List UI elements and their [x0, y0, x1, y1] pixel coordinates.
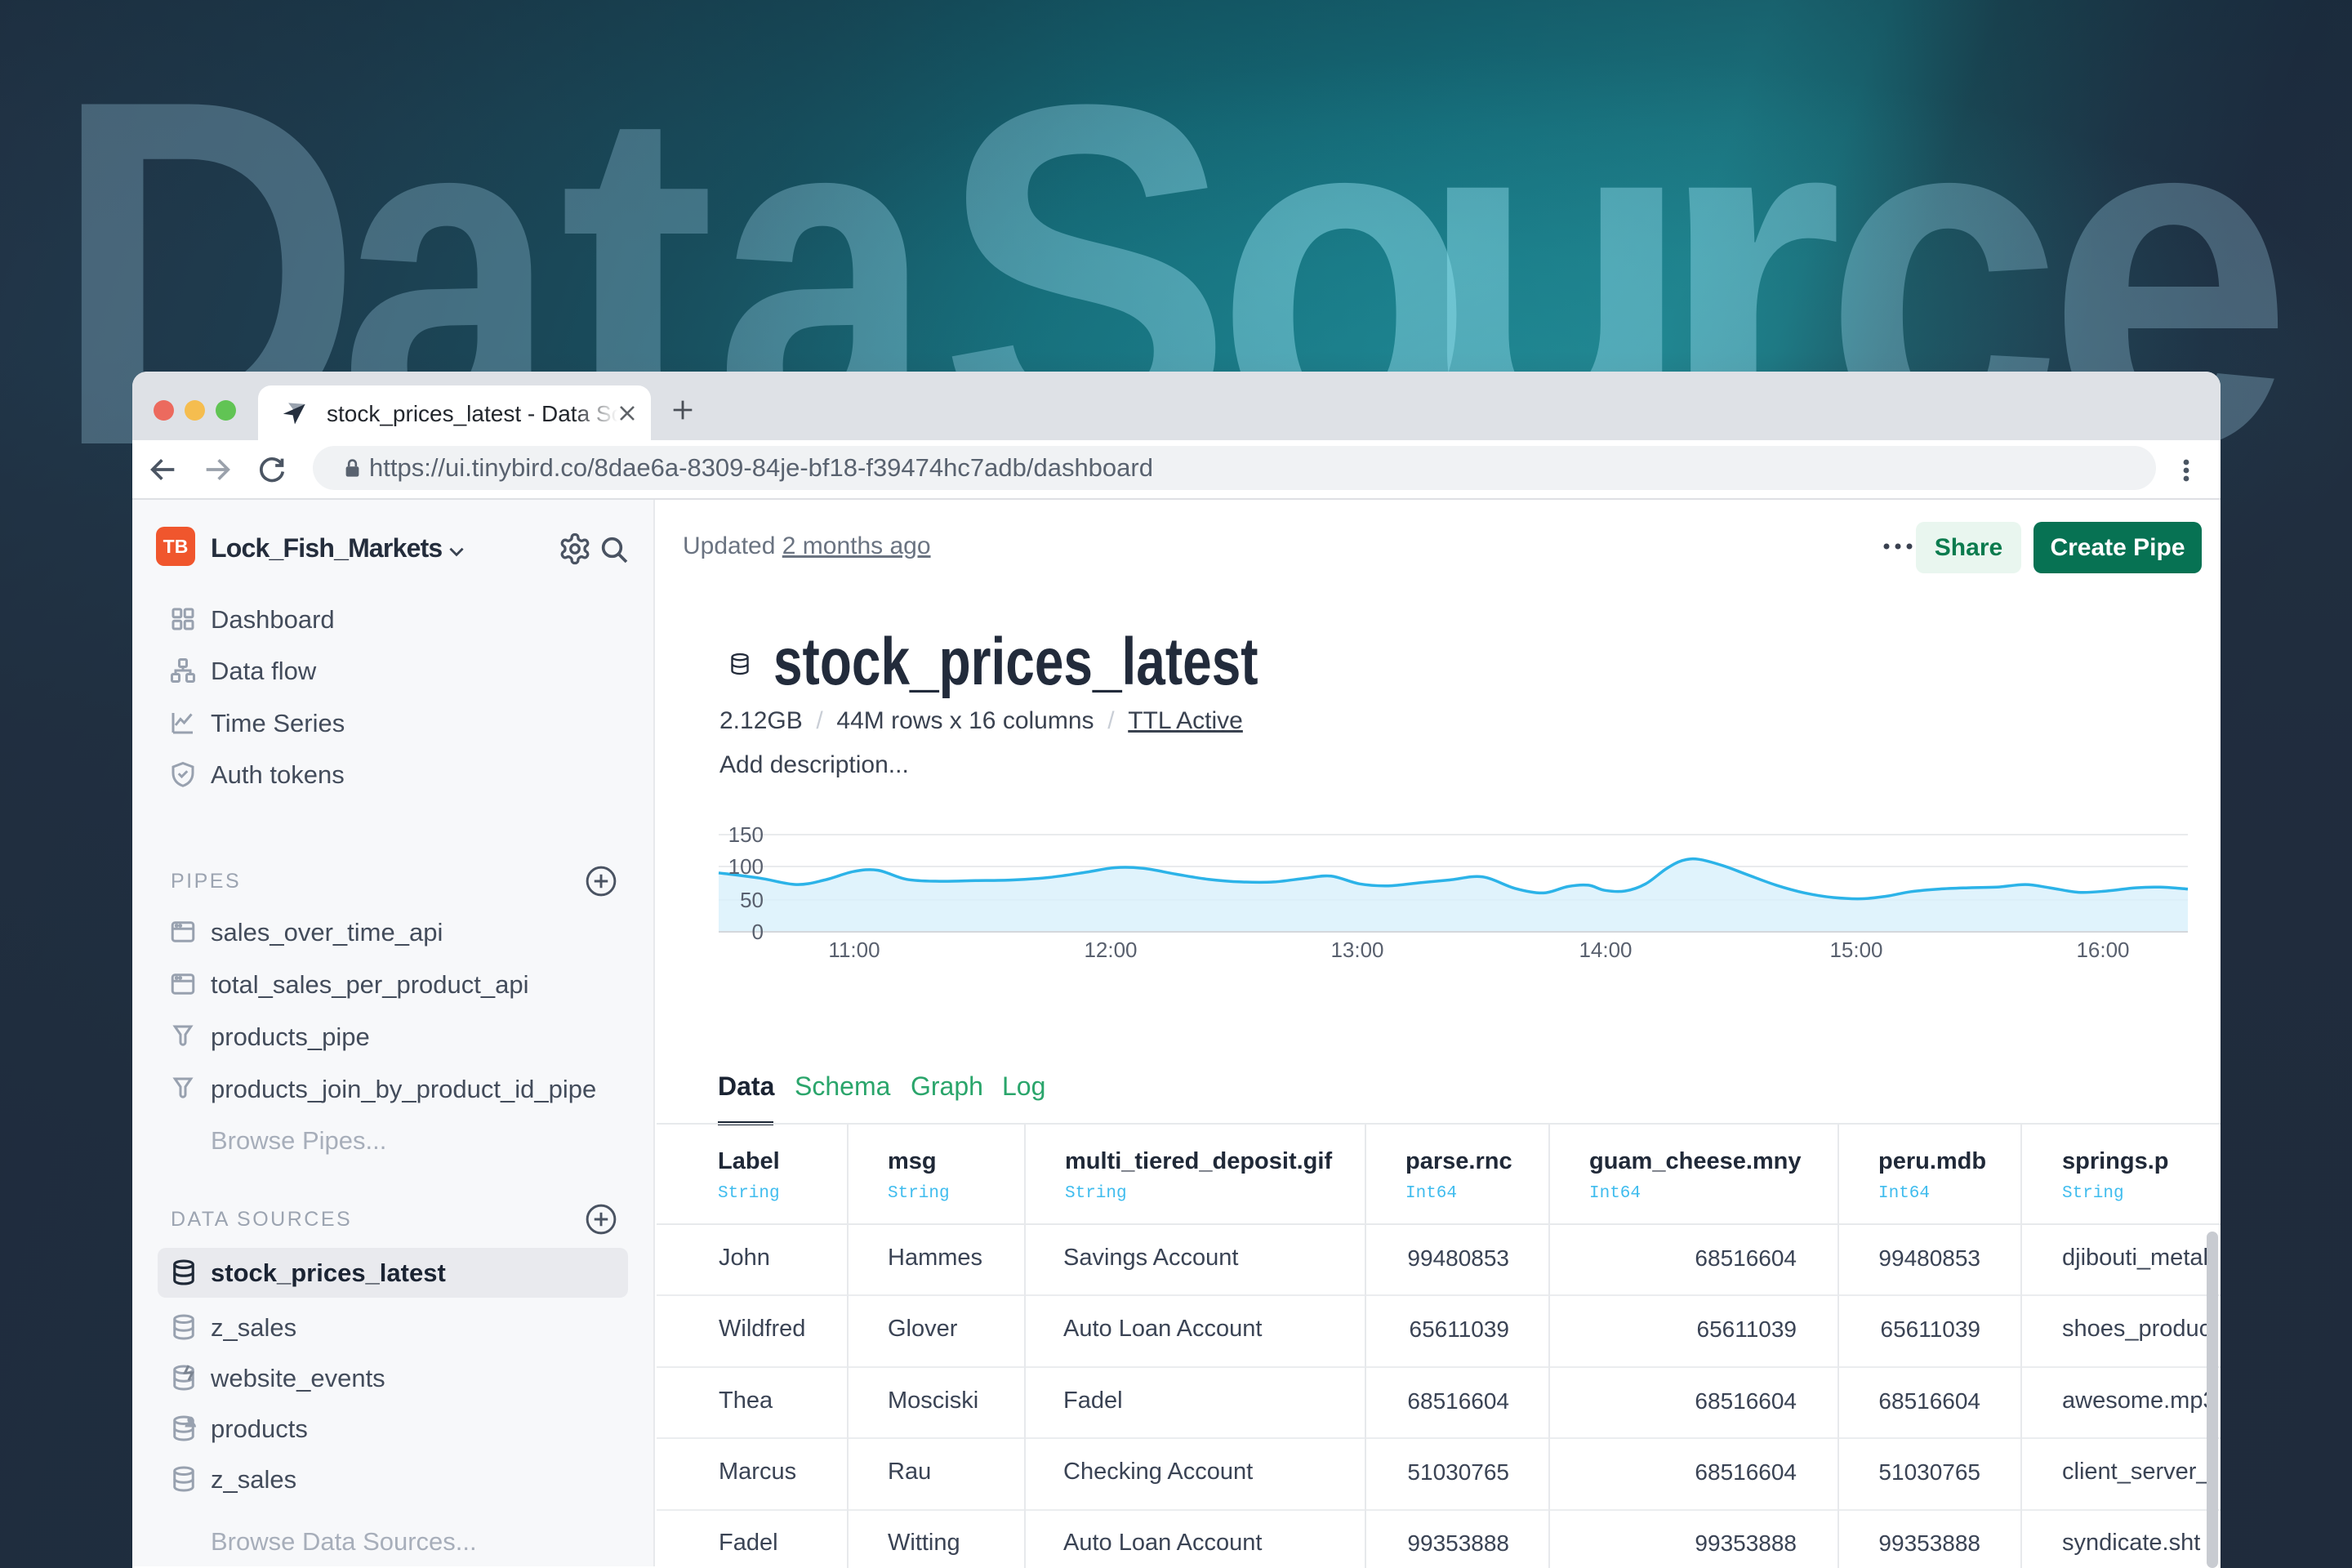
svg-text:16:00: 16:00: [2076, 938, 2129, 962]
svg-text:13:00: 13:00: [1330, 938, 1383, 962]
svg-text:100: 100: [728, 854, 764, 879]
svg-text:0: 0: [752, 920, 764, 944]
svg-text:15:00: 15:00: [1829, 938, 1882, 962]
svg-text:50: 50: [740, 888, 764, 912]
svg-text:14:00: 14:00: [1579, 938, 1632, 962]
svg-text:12:00: 12:00: [1084, 938, 1137, 962]
svg-text:11:00: 11:00: [828, 938, 880, 962]
svg-text:150: 150: [728, 822, 764, 847]
